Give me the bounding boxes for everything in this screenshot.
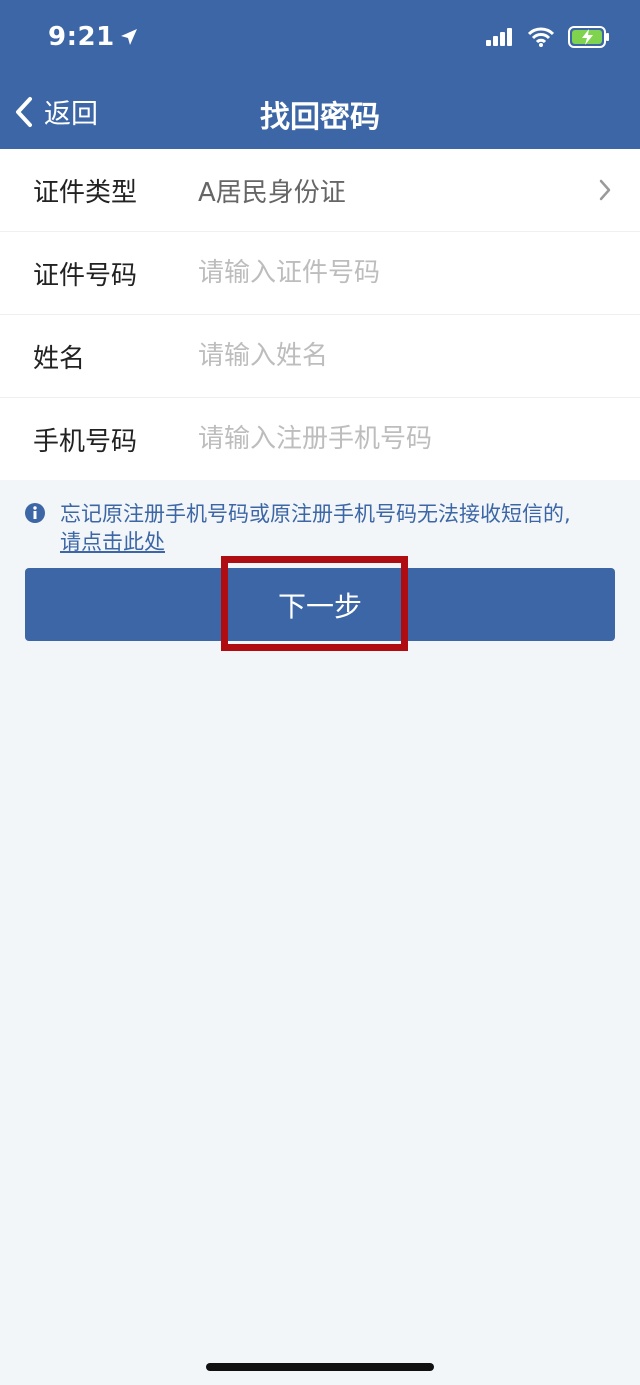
notice-body: 忘记原注册手机号码或原注册手机号码无法接收短信的, 请点击此处 xyxy=(60,500,571,556)
status-icons xyxy=(486,26,610,48)
location-arrow-icon xyxy=(120,29,137,45)
phone-input[interactable] xyxy=(198,419,598,459)
id-type-row[interactable]: 证件类型 A居民身份证 xyxy=(0,149,640,232)
recovery-form: 证件类型 A居民身份证 证件号码 姓名 手机号码 xyxy=(0,149,640,480)
chevron-right-icon xyxy=(599,179,611,201)
id-number-input[interactable] xyxy=(198,253,598,293)
name-row: 姓名 xyxy=(0,315,640,398)
info-icon xyxy=(25,503,45,523)
next-step-label: 下一步 xyxy=(277,589,362,623)
id-type-value: A居民身份证 xyxy=(198,177,346,208)
notice: 忘记原注册手机号码或原注册手机号码无法接收短信的, 请点击此处 xyxy=(24,500,614,556)
next-step-button[interactable]: 下一步 xyxy=(25,568,615,641)
home-indicator xyxy=(206,1363,434,1371)
name-input[interactable] xyxy=(198,336,598,376)
status-time: 9:21 xyxy=(48,22,139,52)
signal-icon xyxy=(486,28,512,46)
notice-text: 忘记原注册手机号码或原注册手机号码无法接收短信的, xyxy=(60,502,571,526)
phone-label: 手机号码 xyxy=(33,426,138,457)
id-type-label: 证件类型 xyxy=(33,177,138,208)
phone-row: 手机号码 xyxy=(0,398,640,480)
id-number-label: 证件号码 xyxy=(33,260,138,291)
app-header: 9:21 返回 找回密码 xyxy=(0,0,640,149)
id-number-row: 证件号码 xyxy=(0,232,640,315)
status-time-label: 9:21 xyxy=(48,22,115,52)
name-label: 姓名 xyxy=(33,343,86,374)
notice-link[interactable]: 请点击此处 xyxy=(60,530,165,554)
battery-charging-icon xyxy=(568,26,609,48)
page-title: 找回密码 xyxy=(260,100,380,135)
wifi-icon xyxy=(528,27,554,47)
